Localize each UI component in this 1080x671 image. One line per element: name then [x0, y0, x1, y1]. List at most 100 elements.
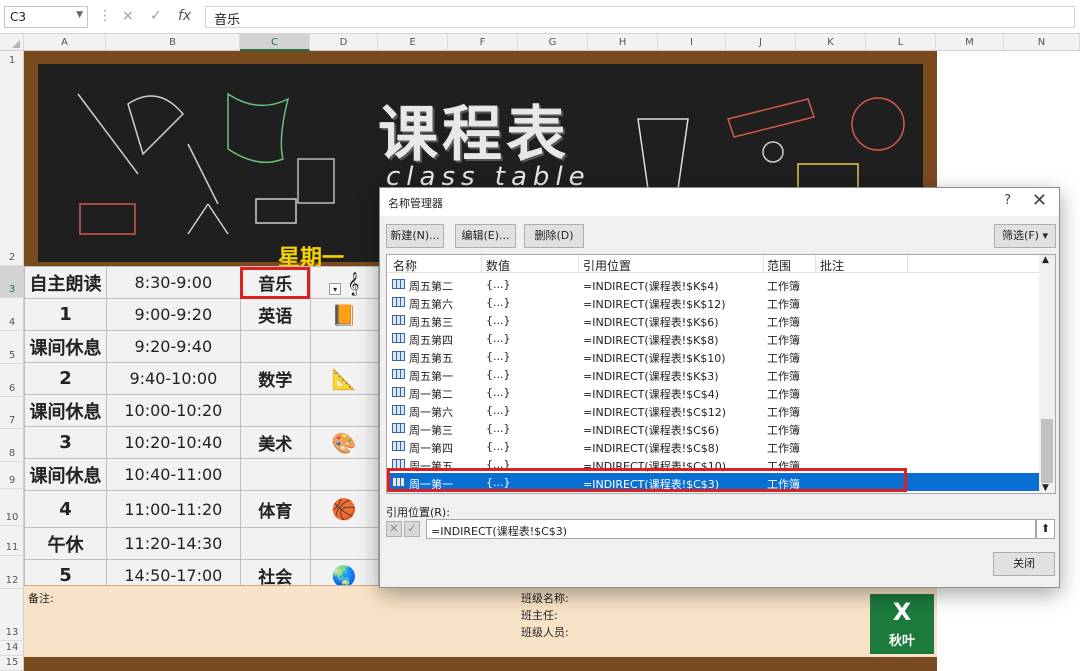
time-cell[interactable]: 9:20-9:40 — [105, 330, 241, 363]
filter-button[interactable]: 筛选(F) ▾ — [994, 224, 1056, 248]
time-cell[interactable]: 8:30-9:00 — [105, 266, 241, 299]
list-item[interactable]: 周五第六 {...} =INDIRECT(课程表!$K$12) 工作簿 — [387, 293, 1041, 311]
ref-input[interactable]: =INDIRECT(课程表!$C$3) — [426, 519, 1036, 539]
column-header[interactable]: G — [518, 34, 588, 51]
notes-area[interactable]: 备注: 班级名称: 班主任: 班级人员: X 秋叶 — [24, 585, 937, 657]
row-header[interactable]: 13 — [0, 589, 24, 641]
header-ref[interactable]: 引用位置 — [583, 257, 631, 274]
column-header[interactable]: N — [1004, 34, 1080, 51]
palette-icon[interactable]: 🎨 — [309, 426, 379, 459]
time-cell[interactable]: 11:00-11:20 — [105, 490, 241, 528]
header-scope[interactable]: 范围 — [767, 257, 791, 274]
list-item[interactable]: 周五第五 {...} =INDIRECT(课程表!$K$10) 工作簿 — [387, 347, 1041, 365]
row-header[interactable]: 12 — [0, 556, 24, 589]
icon-cell[interactable] — [309, 458, 379, 491]
row-header[interactable]: 4 — [0, 298, 24, 331]
time-cell[interactable]: 9:00-9:20 — [105, 298, 241, 331]
help-icon[interactable]: ? — [1004, 193, 1011, 208]
row-header[interactable]: 11 — [0, 526, 24, 556]
period-cell[interactable]: 课间休息 — [24, 330, 107, 363]
subject-cell[interactable]: 数学 — [239, 362, 311, 395]
edit-name-button[interactable]: 编辑(E)... — [455, 224, 516, 248]
confirm-edit-icon[interactable]: ✓ — [404, 521, 420, 537]
time-cell[interactable]: 10:00-10:20 — [105, 394, 241, 427]
collapse-dialog-icon[interactable]: ⬆ — [1036, 519, 1055, 539]
icon-cell[interactable] — [309, 527, 379, 560]
subject-cell[interactable]: 英语 — [239, 298, 311, 331]
formula-input[interactable]: 音乐 — [205, 6, 1075, 28]
period-cell[interactable]: 1 — [24, 298, 107, 331]
delete-name-button[interactable]: 删除(D) — [524, 224, 584, 248]
dropdown-icon[interactable]: ▾ — [329, 282, 342, 295]
column-header[interactable]: E — [378, 34, 448, 51]
column-header[interactable]: M — [936, 34, 1004, 51]
row-header[interactable]: 15 — [0, 656, 24, 671]
list-item[interactable]: 周一第三 {...} =INDIRECT(课程表!$C$6) 工作簿 — [387, 419, 1041, 437]
list-scrollbar[interactable]: ▲ ▼ — [1039, 255, 1055, 493]
column-header[interactable]: I — [658, 34, 726, 51]
header-name[interactable]: 名称 — [393, 257, 417, 274]
header-value[interactable]: 数值 — [486, 257, 510, 274]
list-item[interactable]: 周一第二 {...} =INDIRECT(课程表!$C$4) 工作簿 — [387, 383, 1041, 401]
list-item[interactable]: 周五第三 {...} =INDIRECT(课程表!$K$6) 工作簿 — [387, 311, 1041, 329]
period-cell[interactable]: 课间休息 — [24, 458, 107, 491]
column-header[interactable]: C — [240, 34, 310, 51]
column-header[interactable]: L — [866, 34, 936, 51]
row-header[interactable]: 3 — [0, 266, 24, 298]
column-header[interactable]: H — [588, 34, 658, 51]
period-cell[interactable]: 自主朗读 — [24, 266, 107, 299]
row-header[interactable]: 7 — [0, 397, 24, 429]
cancel-icon[interactable]: × — [122, 8, 134, 24]
insert-function-icon[interactable]: fx — [178, 8, 191, 24]
subject-cell[interactable] — [239, 458, 311, 491]
icon-cell[interactable]: ▾ 𝄞 — [309, 266, 379, 299]
chevron-down-icon[interactable]: ▼ — [76, 10, 83, 20]
column-header[interactable]: J — [726, 34, 796, 51]
scroll-down-icon[interactable]: ▼ — [1042, 483, 1049, 493]
subject-cell[interactable] — [239, 330, 311, 363]
enter-icon[interactable]: ✓ — [150, 8, 162, 24]
column-header[interactable]: F — [448, 34, 518, 51]
column-header[interactable]: A — [24, 34, 106, 51]
column-header[interactable]: D — [310, 34, 378, 51]
book-icon[interactable]: 📙 — [309, 298, 379, 331]
new-name-button[interactable]: 新建(N)... — [386, 224, 444, 248]
row-header[interactable]: 6 — [0, 364, 24, 397]
subject-cell-selected[interactable]: 音乐 — [239, 266, 311, 299]
row-header[interactable]: 14 — [0, 641, 24, 656]
list-item[interactable]: 周五第一 {...} =INDIRECT(课程表!$K$3) 工作簿 — [387, 365, 1041, 383]
close-button[interactable]: 关闭 — [993, 552, 1055, 576]
time-cell[interactable]: 11:20-14:30 — [105, 527, 241, 560]
time-cell[interactable]: 10:40-11:00 — [105, 458, 241, 491]
compass-icon[interactable]: 📐 — [309, 362, 379, 395]
row-header[interactable]: 10 — [0, 489, 24, 526]
subject-cell[interactable] — [239, 394, 311, 427]
list-item[interactable]: 周五第二 {...} =INDIRECT(课程表!$K$4) 工作簿 — [387, 275, 1041, 293]
time-cell[interactable]: 10:20-10:40 — [105, 426, 241, 459]
time-cell[interactable]: 9:40-10:00 — [105, 362, 241, 395]
list-item[interactable]: 周一第四 {...} =INDIRECT(课程表!$C$8) 工作簿 — [387, 437, 1041, 455]
row-header[interactable]: 5 — [0, 331, 24, 364]
column-header[interactable]: K — [796, 34, 866, 51]
period-cell[interactable]: 3 — [24, 426, 107, 459]
select-all-corner[interactable] — [0, 34, 24, 51]
cancel-edit-icon[interactable]: ✕ — [386, 521, 402, 537]
row-header[interactable]: 12 — [0, 51, 24, 266]
dialog-titlebar[interactable]: 名称管理器 ? ✕ — [380, 188, 1059, 216]
header-comment[interactable]: 批注 — [820, 257, 844, 274]
period-cell[interactable]: 4 — [24, 490, 107, 528]
row-header[interactable]: 8 — [0, 429, 24, 462]
period-cell[interactable]: 午休 — [24, 527, 107, 560]
scroll-up-icon[interactable]: ▲ — [1042, 255, 1049, 265]
scroll-thumb[interactable] — [1041, 419, 1053, 483]
list-item[interactable]: 周五第四 {...} =INDIRECT(课程表!$K$8) 工作簿 — [387, 329, 1041, 347]
subject-cell[interactable] — [239, 527, 311, 560]
name-box[interactable]: C3 ▼ — [4, 6, 88, 28]
icon-cell[interactable] — [309, 330, 379, 363]
row-header[interactable]: 9 — [0, 462, 24, 489]
subject-cell[interactable]: 美术 — [239, 426, 311, 459]
period-cell[interactable]: 课间休息 — [24, 394, 107, 427]
list-item[interactable]: 周一第六 {...} =INDIRECT(课程表!$C$12) 工作簿 — [387, 401, 1041, 419]
column-header[interactable]: B — [106, 34, 240, 51]
subject-cell[interactable]: 体育 — [239, 490, 311, 528]
